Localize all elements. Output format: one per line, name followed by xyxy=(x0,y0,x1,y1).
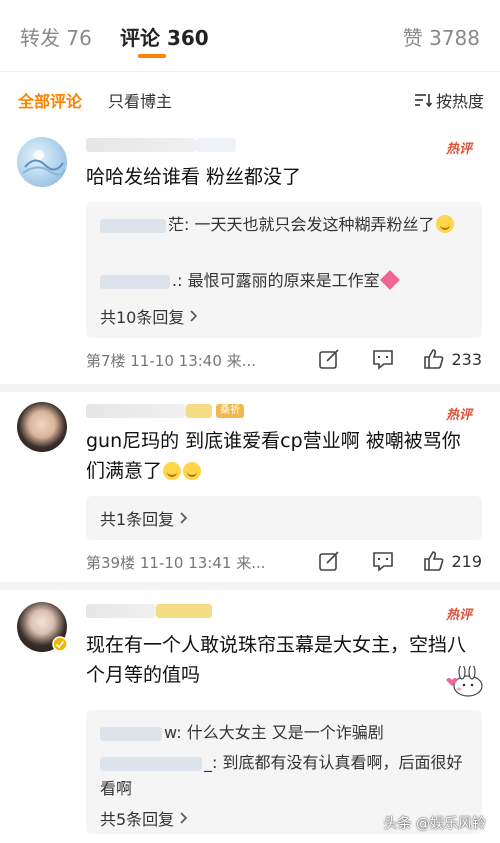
comment-item: 桑祈 热评 gun尼玛的 到底谁爱看cp营业啊 被嘲被骂你们满意了 共1条回复 … xyxy=(0,392,500,582)
view-more-replies-link[interactable]: 共1条回复 xyxy=(100,506,188,530)
avatar[interactable] xyxy=(17,402,67,452)
comment-text: gun尼玛的 到底谁爱看cp营业啊 被嘲被骂你们满意了 xyxy=(86,426,476,486)
sort-by-hot-button[interactable]: 按热度 xyxy=(414,88,484,112)
reply-username-suffix: _: xyxy=(204,753,223,772)
reply-text: 一天天也就只会发这种糊弄粉丝了 xyxy=(194,215,435,234)
sort-label: 按热度 xyxy=(435,92,484,111)
username-blurred[interactable] xyxy=(86,138,196,152)
user-badge-blurred xyxy=(186,404,212,418)
comment-text: 现在有一个人敢说珠帘玉幕是大女主，空挡八个月等的值吗 xyxy=(86,634,467,686)
reply-username-suffix: 茫: xyxy=(168,215,195,234)
fan-badge: 桑祈 xyxy=(216,404,244,418)
comment-text: 哈哈发给谁看 粉丝都没了 xyxy=(86,166,302,188)
like-button[interactable]: 219 xyxy=(423,550,482,572)
thumbs-up-icon xyxy=(424,551,444,571)
hot-comment-label: 热评 xyxy=(445,142,472,157)
user-badge-blurred xyxy=(156,604,212,618)
like-count: 233 xyxy=(451,349,482,369)
reply-username-blurred xyxy=(100,726,162,741)
share-icon[interactable] xyxy=(318,348,340,370)
comment-filter-bar: 全部评论 只看博主 按热度 xyxy=(0,72,500,122)
grin-emoji-icon xyxy=(183,462,202,480)
reply-text: 什么大女主 又是一个诈骗剧 xyxy=(186,723,384,742)
chevron-right-icon xyxy=(180,512,188,524)
avatar-image-icon xyxy=(22,150,66,176)
reply-preview-box[interactable]: 茫: 一天天也就只会发这种糊弄粉丝了 .: 最恨可露丽的原来是工作室 共10条回… xyxy=(86,202,482,338)
floor-and-time: 第7楼 11-10 13:40 来... xyxy=(86,352,256,370)
reply-username-suffix: .: xyxy=(172,271,188,290)
comment-text-body: gun尼玛的 到底谁爱看cp营业啊 被嘲被骂你们满意了 xyxy=(86,430,461,482)
more-replies-count: 共5条回复 xyxy=(100,810,175,829)
comment-icon[interactable] xyxy=(372,550,394,572)
like-count: 219 xyxy=(451,551,482,571)
active-tab-indicator xyxy=(138,54,166,58)
reply-username-suffix: w: xyxy=(164,723,187,742)
reply-username-blurred xyxy=(100,218,166,233)
watermark: 头条 @娱乐风铃 xyxy=(383,816,486,832)
avatar[interactable] xyxy=(17,137,67,187)
reply-username-blurred xyxy=(100,756,202,771)
sort-icon xyxy=(414,94,432,108)
heart-emoji-icon xyxy=(379,270,400,290)
thumbs-up-icon xyxy=(424,349,444,369)
username-blurred[interactable] xyxy=(86,604,156,618)
verified-badge-icon xyxy=(52,636,68,652)
filter-all-comments[interactable]: 全部评论 xyxy=(18,88,82,112)
smile-emoji-icon xyxy=(435,215,454,233)
reply-username-blurred xyxy=(100,274,170,289)
chevron-right-icon xyxy=(180,812,188,824)
bunny-sticker-icon xyxy=(446,666,483,697)
reply-text: 最恨可露丽的原来是工作室 xyxy=(187,271,380,290)
share-icon[interactable] xyxy=(318,550,340,572)
comment-divider xyxy=(0,384,500,392)
reply-item: _: 到底都有没有认真看啊，后面很好看啊 xyxy=(100,750,470,802)
comment-icon[interactable] xyxy=(372,348,394,370)
reply-preview-box[interactable]: 共1条回复 xyxy=(86,496,482,540)
comment-footer: 第39楼 11-10 13:41 来... 219 xyxy=(86,548,482,578)
comment-divider xyxy=(0,582,500,590)
view-more-replies-link[interactable]: 共10条回复 xyxy=(100,304,198,328)
comment-item: 热评 哈哈发给谁看 粉丝都没了 茫: 一天天也就只会发这种糊弄粉丝了 .: 最恨… xyxy=(0,122,500,384)
username-blurred[interactable] xyxy=(86,404,186,418)
filter-poster-only[interactable]: 只看博主 xyxy=(108,88,172,112)
chevron-right-icon xyxy=(190,310,198,322)
tab-likes[interactable]: 赞 3788 xyxy=(403,22,480,51)
floor-and-time: 第39楼 11-10 13:41 来... xyxy=(86,554,266,572)
tab-comments[interactable]: 评论 360 xyxy=(120,22,209,51)
user-badge-blurred xyxy=(196,138,236,152)
view-more-replies-link[interactable]: 共5条回复 xyxy=(100,806,188,830)
reply-item: .: 最恨可露丽的原来是工作室 xyxy=(100,268,470,294)
hot-comment-label: 热评 xyxy=(445,608,472,623)
reply-item: 茫: 一天天也就只会发这种糊弄粉丝了 xyxy=(100,212,470,238)
tab-repost[interactable]: 转发 76 xyxy=(20,22,92,51)
tab-bar: 转发 76 评论 360 赞 3788 xyxy=(0,0,500,72)
comment-footer: 第7楼 11-10 13:40 来... 233 xyxy=(86,346,482,376)
reply-item: w: 什么大女主 又是一个诈骗剧 xyxy=(100,720,470,746)
like-button[interactable]: 233 xyxy=(423,348,482,370)
hot-comment-label: 热评 xyxy=(445,408,472,423)
comment-item: 热评 现在有一个人敢说珠帘玉幕是大女主，空挡八个月等的值吗 w: 什么大女主 又… xyxy=(0,590,500,843)
more-replies-count: 共1条回复 xyxy=(100,510,175,529)
more-replies-count: 共10条回复 xyxy=(100,308,185,327)
grin-emoji-icon xyxy=(163,462,182,480)
